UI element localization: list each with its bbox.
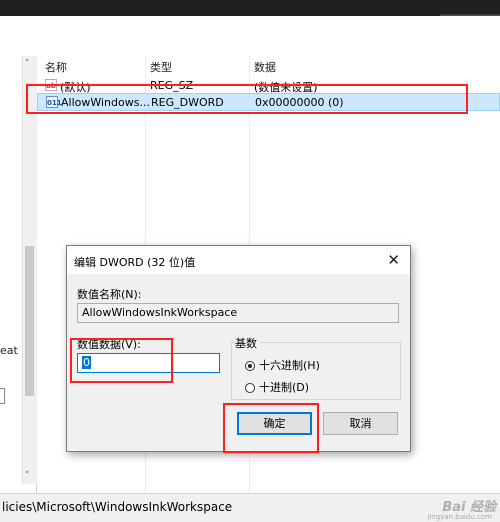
value-data-text: 0 [82,356,91,369]
top-dark-bar [0,0,500,16]
scroll-down-arrow-icon[interactable]: ˅ [25,471,30,481]
reg-dword-icon: 011 [46,96,62,108]
edit-dword-dialog: 编辑 DWORD (32 位)值 ✕ 数值名称(N): AllowWindows… [66,245,411,452]
radio-hex-label: 十六进制(H) [259,359,320,372]
cancel-button[interactable]: 取消 [323,412,398,435]
scroll-up-arrow-icon[interactable]: ˄ [25,59,30,69]
dialog-titlebar[interactable]: 编辑 DWORD (32 位)值 ✕ [67,246,410,274]
reg-string-icon: ab [45,79,57,91]
radio-decimal[interactable]: 十进制(D) [245,379,309,395]
value-name-field: AllowWindowsInkWorkspace [77,303,399,323]
value-data-label: 数值数据(V): [77,338,141,351]
column-header-name[interactable]: 名称 [45,59,67,75]
ok-button[interactable]: 确定 [237,412,312,435]
value-type: REG_DWORD [151,96,224,109]
close-icon[interactable]: ✕ [387,251,400,269]
radio-hexadecimal[interactable]: 十六进制(H) [245,357,320,373]
registry-path: licies\Microsoft\WindowsInkWorkspace [2,500,233,514]
value-name: AllowWindows... [61,96,150,109]
value-type: REG_SZ [150,79,194,92]
radio-dec-label: 十进制(D) [259,381,310,394]
value-data: 0x00000000 (0) [255,96,344,109]
column-header-data[interactable]: 数据 [254,59,276,75]
window-menu-area [0,16,500,57]
value-name-label: 数值名称(N): [77,288,142,301]
tree-scrollbar[interactable]: ˄ ˅ [22,56,37,484]
value-data-input[interactable]: 0 [77,353,220,373]
tree-bracket [0,388,5,404]
list-item-allowwindowsinkworkspace[interactable]: 011 AllowWindows... REG_DWORD 0x00000000… [37,93,500,111]
radio-selected-icon [245,361,255,371]
radio-unselected-icon [245,383,255,393]
base-label: 基数 [235,335,261,351]
scroll-thumb[interactable] [25,246,34,396]
status-bar: licies\Microsoft\WindowsInkWorkspace Bai… [0,493,500,522]
watermark-url: jingyan.baidu.com [427,513,492,521]
value-name-text: AllowWindowsInkWorkspace [82,306,238,319]
column-header-type[interactable]: 类型 [150,59,172,75]
dialog-title: 编辑 DWORD (32 位)值 [74,256,196,269]
